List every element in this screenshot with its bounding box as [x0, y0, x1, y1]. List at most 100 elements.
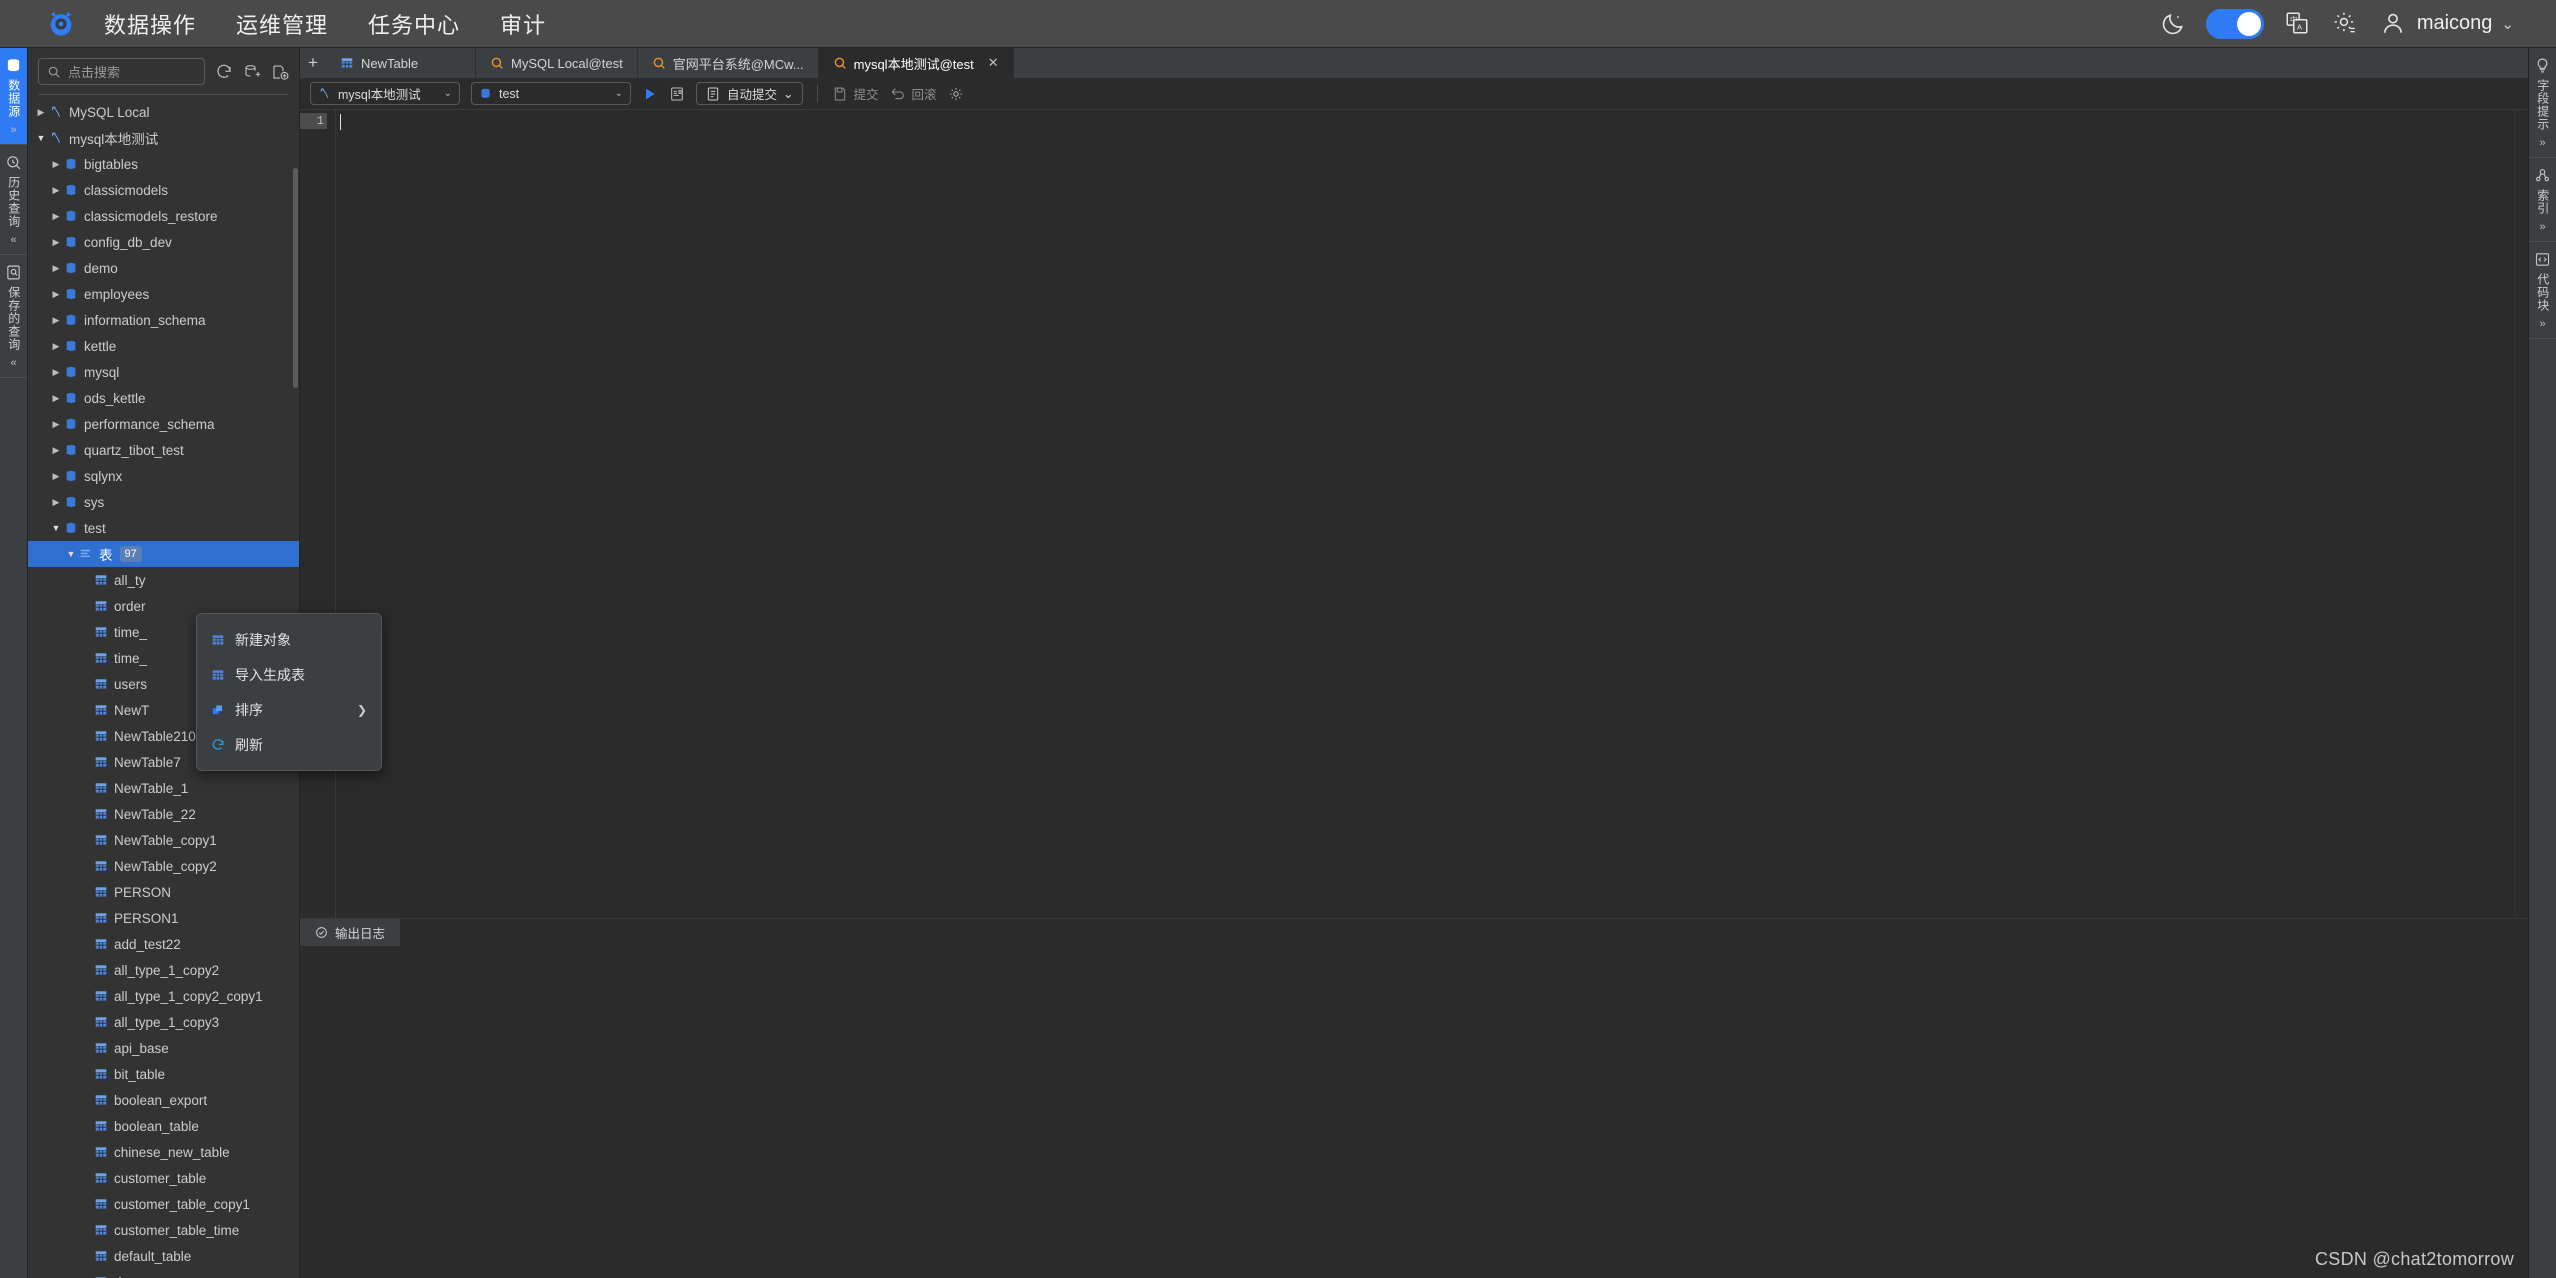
chevron-right-icon[interactable]: ▶: [49, 367, 63, 378]
tab-output-log[interactable]: 输出日志: [300, 919, 401, 946]
nav-item-task-center[interactable]: 任务中心: [366, 4, 462, 44]
tree-row[interactable]: ▶ sys: [28, 489, 299, 515]
code-input-area[interactable]: [336, 110, 2515, 918]
user-menu[interactable]: maicong ⌄: [2380, 10, 2514, 38]
chevron-right-icon[interactable]: ▶: [49, 393, 63, 404]
theme-toggle[interactable]: [2205, 8, 2264, 39]
tree-row[interactable]: all_type_1_copy2_copy1: [28, 983, 299, 1009]
rail-item-field-hint[interactable]: 字段提示 »: [2529, 48, 2556, 158]
editor-tab[interactable]: 官网平台系统@MCw...: [638, 48, 819, 78]
refresh-icon[interactable]: [215, 63, 233, 81]
chevron-right-icon[interactable]: ▶: [49, 419, 63, 430]
tree-row[interactable]: NewTable_copy1: [28, 827, 299, 853]
chevron-down-icon[interactable]: ▼: [49, 523, 63, 533]
tree-row[interactable]: ▶ bigtables: [28, 151, 299, 177]
nav-item-audit[interactable]: 审计: [498, 4, 548, 44]
chevron-down-icon[interactable]: ▼: [64, 549, 78, 559]
database-select[interactable]: test ⌄: [471, 82, 631, 105]
nav-item-data-operation[interactable]: 数据操作: [102, 4, 198, 44]
chevron-right-icon[interactable]: ▶: [49, 315, 63, 326]
tree-row[interactable]: chinese_new_table: [28, 1139, 299, 1165]
tree-row[interactable]: bit_table: [28, 1061, 299, 1087]
close-icon[interactable]: ✕: [988, 55, 999, 71]
tree-row[interactable]: boolean_table: [28, 1113, 299, 1139]
tree-row[interactable]: customer_table_time: [28, 1217, 299, 1243]
rail-expand-chevron-code[interactable]: »: [2539, 318, 2545, 330]
tree-row[interactable]: ▶ ods_kettle: [28, 385, 299, 411]
tree-row[interactable]: ▶ information_schema: [28, 307, 299, 333]
tree-row[interactable]: NewTable_1: [28, 775, 299, 801]
chevron-right-icon[interactable]: ▶: [49, 289, 63, 300]
tree-row[interactable]: customer_table: [28, 1165, 299, 1191]
connection-select[interactable]: mysql本地测试 ⌄: [310, 82, 460, 105]
tree-row[interactable]: NewTable_copy2: [28, 853, 299, 879]
chevron-right-icon[interactable]: ▶: [49, 263, 63, 274]
tree-row[interactable]: PERSON: [28, 879, 299, 905]
search-input[interactable]: 点击搜索: [38, 58, 205, 85]
tree-row[interactable]: add_test22: [28, 931, 299, 957]
editor-settings-button[interactable]: [948, 86, 964, 102]
rail-item-index[interactable]: 索引 »: [2529, 158, 2556, 242]
context-menu-item[interactable]: 排序 ❯: [197, 692, 381, 727]
rail-collapse-chevron-2[interactable]: «: [10, 357, 16, 369]
tree-row[interactable]: PERSON1: [28, 905, 299, 931]
context-menu-item[interactable]: 导入生成表: [197, 657, 381, 692]
rail-expand-chevron-index[interactable]: »: [2539, 221, 2545, 233]
format-sql-button[interactable]: [669, 86, 685, 102]
tree-row[interactable]: ▼ mysql本地测试: [28, 125, 299, 151]
editor-tab[interactable]: NewTable: [326, 48, 476, 78]
editor-scrollbar[interactable]: [2515, 110, 2528, 918]
chevron-down-icon[interactable]: ▼: [34, 133, 48, 143]
chevron-right-icon[interactable]: ▶: [49, 237, 63, 248]
add-database-icon[interactable]: [243, 63, 261, 81]
commit-mode-select[interactable]: 自动提交 ⌄: [696, 82, 803, 105]
tree-row[interactable]: ▶ quartz_tibot_test: [28, 437, 299, 463]
rail-item-code-block[interactable]: 代码块 »: [2529, 242, 2556, 339]
tree-row[interactable]: default_table: [28, 1243, 299, 1269]
tree-row[interactable]: api_base: [28, 1035, 299, 1061]
tree-row[interactable]: ▶ demo: [28, 255, 299, 281]
tree-row[interactable]: ▶ employees: [28, 281, 299, 307]
context-menu-item[interactable]: 新建对象: [197, 622, 381, 657]
chevron-right-icon[interactable]: ▶: [49, 445, 63, 456]
chevron-right-icon[interactable]: ▶: [49, 471, 63, 482]
tree-row[interactable]: ▼ 表 97: [28, 541, 299, 567]
tree-row[interactable]: ▶ mysql: [28, 359, 299, 385]
editor-tab[interactable]: MySQL Local@test: [476, 48, 638, 78]
tree-row[interactable]: all_type_1_copy2: [28, 957, 299, 983]
rail-item-datasource[interactable]: 数据源 »: [0, 48, 27, 145]
editor-tab[interactable]: mysql本地测试@test ✕: [818, 48, 1014, 78]
tree-row[interactable]: ▶ classicmodels: [28, 177, 299, 203]
language-icon[interactable]: A 中: [2284, 10, 2312, 38]
new-tab-button[interactable]: +: [300, 48, 326, 78]
chevron-right-icon[interactable]: ▶: [49, 341, 63, 352]
tree-row[interactable]: ▼ test: [28, 515, 299, 541]
context-menu-item[interactable]: 刷新: [197, 727, 381, 762]
new-database-icon[interactable]: [271, 63, 289, 81]
nav-item-ops-management[interactable]: 运维管理: [234, 4, 330, 44]
rail-collapse-chevron[interactable]: «: [10, 234, 16, 246]
tree-row[interactable]: ▶ kettle: [28, 333, 299, 359]
tree-row[interactable]: ▶ config_db_dev: [28, 229, 299, 255]
moon-icon[interactable]: [2160, 11, 2186, 37]
tree-row[interactable]: ▶ MySQL Local: [28, 99, 299, 125]
tree-row[interactable]: customer_table_copy1: [28, 1191, 299, 1217]
chevron-right-icon[interactable]: ▶: [34, 107, 48, 118]
tree-row[interactable]: dept_emp: [28, 1269, 299, 1278]
chevron-right-icon[interactable]: ▶: [49, 159, 63, 170]
chevron-right-icon[interactable]: ▶: [49, 185, 63, 196]
chevron-right-icon[interactable]: ▶: [49, 211, 63, 222]
chevron-right-icon[interactable]: ▶: [49, 497, 63, 508]
rail-expand-chevron[interactable]: »: [10, 124, 16, 136]
tree-row[interactable]: boolean_export: [28, 1087, 299, 1113]
rail-expand-chevron-field[interactable]: »: [2539, 137, 2545, 149]
tree-row[interactable]: NewTable_22: [28, 801, 299, 827]
run-button[interactable]: [642, 86, 658, 102]
rail-item-history-query[interactable]: 历史查询 «: [0, 145, 27, 255]
rail-item-saved-query[interactable]: 保存的查询 «: [0, 255, 27, 378]
rollback-button[interactable]: 回滚: [890, 84, 937, 103]
tree-row[interactable]: ▶ performance_schema: [28, 411, 299, 437]
tree-row[interactable]: all_type_1_copy3: [28, 1009, 299, 1035]
tree-row[interactable]: all_ty: [28, 567, 299, 593]
tree-row[interactable]: ▶ sqlynx: [28, 463, 299, 489]
